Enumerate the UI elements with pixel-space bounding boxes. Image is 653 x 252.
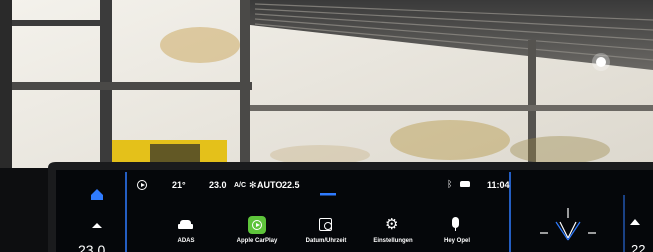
connected-car-icon — [460, 181, 470, 187]
clock: 11:04 — [487, 180, 510, 190]
tile-label-datetime[interactable]: Datum/Uhrzeit — [291, 238, 361, 244]
fan-mode[interactable]: AUTO — [257, 180, 282, 190]
ac-label[interactable]: A/C — [234, 182, 246, 189]
tile-label-hey-opel[interactable]: Hey Opel — [422, 238, 492, 244]
cabin-temperature-right[interactable]: 22.5 — [282, 180, 300, 190]
car-icon[interactable] — [178, 220, 193, 230]
tile-label-adas[interactable]: ADAS — [151, 238, 221, 244]
showroom-background — [0, 0, 653, 252]
fan-icon[interactable]: ✻ — [249, 181, 257, 191]
bluetooth-icon: ᛒ — [447, 180, 453, 190]
microphone-icon[interactable] — [452, 217, 459, 231]
right-temp-clip: 22 — [629, 241, 653, 252]
tile-label-settings[interactable]: Einstellungen — [358, 238, 428, 244]
tile-label-carplay[interactable]: Apple CarPlay — [222, 238, 292, 244]
gear-icon[interactable]: ⚙ — [385, 215, 398, 233]
calendar-clock-icon[interactable] — [319, 218, 332, 231]
photo-scene: 21° 23.0 A/C ✻ AUTO 22.5 ᛒ 11:04 ⚙ ADAS … — [0, 0, 653, 252]
media-play-icon[interactable] — [137, 180, 147, 190]
outside-temperature: 21° — [172, 180, 186, 190]
carplay-icon[interactable] — [248, 216, 266, 234]
left-temp-clip: 23.0 — [76, 241, 121, 252]
left-temperature-readout[interactable]: 23.0 — [78, 242, 105, 252]
right-temperature-readout[interactable]: 22 — [631, 242, 645, 252]
cabin-temperature-left[interactable]: 23.0 — [209, 180, 227, 190]
